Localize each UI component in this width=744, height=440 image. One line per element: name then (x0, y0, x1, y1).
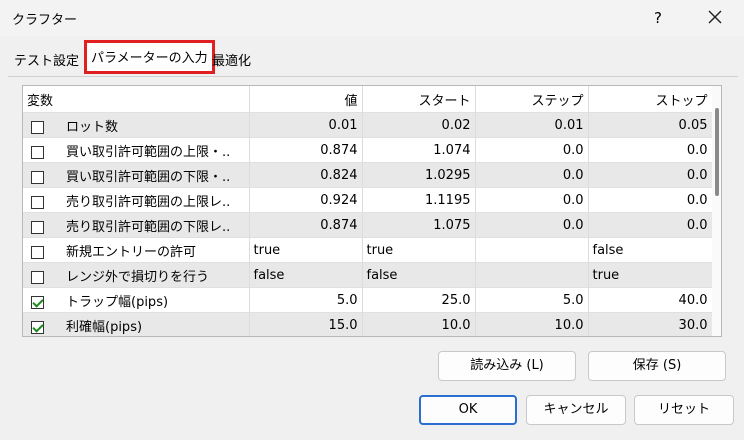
step-cell[interactable]: 0.01 (475, 112, 589, 138)
vertical-scrollbar[interactable] (712, 86, 721, 336)
table-row[interactable]: 新規エントリーの許可 true true false (23, 237, 713, 263)
parameter-name-cell: トラップ幅(pips) (23, 287, 250, 313)
parameter-name: 買い取引許可範囲の下限・.. (66, 169, 231, 185)
parameter-name-cell: レンジ外で損切りを行う (23, 262, 250, 288)
step-cell[interactable]: 10.0 (475, 312, 589, 336)
table-row[interactable]: 利確幅(pips) 15.0 10.0 10.0 30.0 (23, 312, 713, 336)
load-button[interactable]: 読み込み (L) (438, 351, 576, 381)
optimize-checkbox[interactable] (31, 270, 44, 284)
parameter-name: 新規エントリーの許可 (66, 244, 197, 260)
window-title: クラフター (12, 13, 78, 28)
step-cell[interactable]: 0.0 (475, 212, 589, 238)
step-cell[interactable] (475, 237, 589, 263)
close-button[interactable] (700, 2, 730, 32)
cancel-button[interactable]: キャンセル (526, 395, 626, 425)
stop-cell[interactable]: 0.0 (588, 212, 713, 238)
parameter-grid[interactable]: 変数 値 スタート ステップ ストップ ロット数 0.01 0.02 0.01 0.05… (22, 85, 722, 337)
header-step[interactable]: ステップ (475, 86, 589, 113)
tab-optimization[interactable]: 最適化 (208, 50, 255, 74)
start-cell[interactable]: false (362, 262, 476, 288)
optimize-checkbox[interactable] (31, 320, 44, 334)
stop-cell[interactable]: true (588, 262, 713, 288)
start-cell[interactable]: true (362, 237, 476, 263)
value-cell[interactable]: 15.0 (249, 312, 363, 336)
title-bar: クラフター ? (0, 0, 744, 36)
optimize-checkbox[interactable] (31, 170, 44, 184)
help-button[interactable]: ? (648, 6, 668, 30)
start-cell[interactable]: 1.0295 (362, 162, 476, 188)
stop-cell[interactable]: 0.0 (588, 187, 713, 213)
stop-cell[interactable]: 0.0 (588, 137, 713, 163)
save-button[interactable]: 保存 (S) (588, 351, 726, 381)
value-cell[interactable]: 0.824 (249, 162, 363, 188)
optimize-checkbox[interactable] (31, 195, 44, 209)
parameter-name-cell: 売り取引許可範囲の上限レ.. (23, 187, 250, 213)
parameter-name: ロット数 (66, 119, 119, 135)
value-cell[interactable]: 5.0 (249, 287, 363, 313)
step-cell[interactable]: 5.0 (475, 287, 589, 313)
value-cell[interactable]: 0.874 (249, 212, 363, 238)
value-cell[interactable]: 0.924 (249, 187, 363, 213)
tab-bar: テスト設定 パラメーターの入力 最適化 (0, 36, 744, 76)
stop-cell[interactable]: false (588, 237, 713, 263)
table-row[interactable]: ロット数 0.01 0.02 0.01 0.05 (23, 112, 713, 138)
step-cell[interactable] (475, 262, 589, 288)
scrollbar-thumb[interactable] (715, 108, 719, 196)
ok-button[interactable]: OK (419, 395, 517, 425)
stop-cell[interactable]: 0.0 (588, 162, 713, 188)
parameter-name: 買い取引許可範囲の上限・.. (66, 144, 231, 160)
optimize-checkbox[interactable] (31, 145, 44, 159)
start-cell[interactable]: 25.0 (362, 287, 476, 313)
table-row[interactable]: 売り取引許可範囲の上限レ.. 0.924 1.1195 0.0 0.0 (23, 187, 713, 213)
value-cell[interactable]: true (249, 237, 363, 263)
value-cell[interactable]: 0.01 (249, 112, 363, 138)
start-cell[interactable]: 1.075 (362, 212, 476, 238)
start-cell[interactable]: 1.074 (362, 137, 476, 163)
parameter-name-cell: 新規エントリーの許可 (23, 237, 250, 263)
parameter-name: 売り取引許可範囲の下限レ.. (66, 219, 231, 235)
parameter-name-cell: 売り取引許可範囲の下限レ.. (23, 212, 250, 238)
value-cell[interactable]: false (249, 262, 363, 288)
parameter-name: 売り取引許可範囲の上限レ.. (66, 194, 231, 210)
table-row[interactable]: 買い取引許可範囲の上限・.. 0.874 1.074 0.0 0.0 (23, 137, 713, 163)
header-start[interactable]: スタート (362, 86, 476, 113)
optimize-checkbox[interactable] (31, 245, 44, 259)
table-row[interactable]: 売り取引許可範囲の下限レ.. 0.874 1.075 0.0 0.0 (23, 212, 713, 238)
stop-cell[interactable]: 30.0 (588, 312, 713, 336)
stop-cell[interactable]: 0.05 (588, 112, 713, 138)
header-value[interactable]: 値 (249, 86, 363, 113)
step-cell[interactable]: 0.0 (475, 187, 589, 213)
stop-cell[interactable]: 40.0 (588, 287, 713, 313)
parameter-name-cell: 利確幅(pips) (23, 312, 250, 336)
optimize-checkbox[interactable] (31, 220, 44, 234)
optimize-checkbox[interactable] (31, 120, 44, 134)
tab-test-settings[interactable]: テスト設定 (10, 50, 83, 74)
parameter-name-cell: ロット数 (23, 112, 250, 138)
table-row[interactable]: トラップ幅(pips) 5.0 25.0 5.0 40.0 (23, 287, 713, 313)
parameter-name: 利確幅(pips) (66, 319, 143, 335)
optimize-checkbox[interactable] (31, 295, 44, 309)
parameter-name-cell: 買い取引許可範囲の下限・.. (23, 162, 250, 188)
parameter-name-cell: 買い取引許可範囲の上限・.. (23, 137, 250, 163)
start-cell[interactable]: 0.02 (362, 112, 476, 138)
reset-button[interactable]: リセット (634, 395, 734, 425)
table-row[interactable]: 買い取引許可範囲の下限・.. 0.824 1.0295 0.0 0.0 (23, 162, 713, 188)
step-cell[interactable]: 0.0 (475, 137, 589, 163)
parameter-name: トラップ幅(pips) (66, 294, 169, 310)
header-stop[interactable]: ストップ (588, 86, 713, 113)
start-cell[interactable]: 1.1195 (362, 187, 476, 213)
header-variable[interactable]: 変数 (23, 86, 250, 113)
close-icon (708, 10, 722, 24)
table-header-row: 変数 値 スタート ステップ ストップ (23, 86, 713, 113)
step-cell[interactable]: 0.0 (475, 162, 589, 188)
parameter-table: 変数 値 スタート ステップ ストップ ロット数 0.01 0.02 0.01 0.05… (23, 86, 713, 336)
table-row[interactable]: レンジ外で損切りを行う false false true (23, 262, 713, 288)
tab-parameter-input[interactable]: パラメーターの入力 (84, 40, 215, 74)
parameter-name: レンジ外で損切りを行う (66, 269, 210, 285)
start-cell[interactable]: 10.0 (362, 312, 476, 336)
value-cell[interactable]: 0.874 (249, 137, 363, 163)
